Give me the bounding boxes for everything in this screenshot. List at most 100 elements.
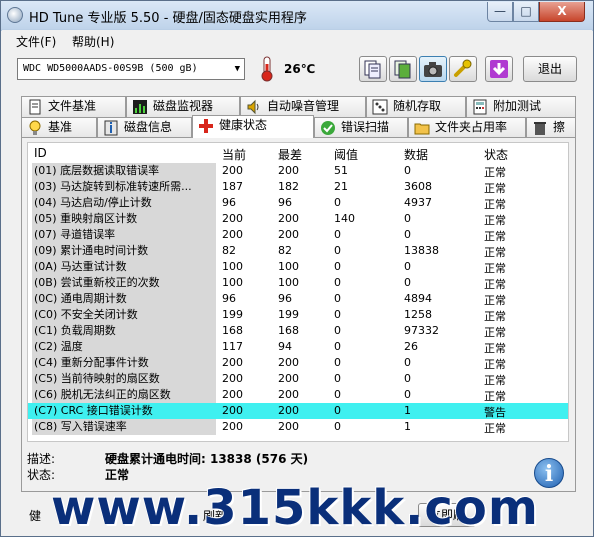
table-row[interactable]: (C0) 不安全关闭计数 199 199 0 1258 正常 [28,307,568,323]
thermometer-icon [261,56,273,82]
dice-grid-icon [372,99,388,115]
calculator-icon [473,99,487,115]
raw-data-value: 97332 [404,324,439,337]
threshold-value: 0 [334,388,341,401]
current-value: 187 [222,180,243,193]
threshold-value: 0 [334,420,341,433]
threshold-value: 0 [334,292,341,305]
menu-help[interactable]: 帮助(H) [72,33,114,50]
tab-disk-monitor[interactable]: 磁盘监视器 [126,96,240,117]
table-row[interactable]: (07) 寻道错误率 200 200 0 0 正常 [28,227,568,243]
attribute-name: (03) 马达旋转到标准转速所需... [32,179,216,195]
col-threshold[interactable]: 阈值 [334,146,358,163]
col-data[interactable]: 数据 [404,146,428,163]
camera-icon [424,62,442,77]
clipboard-icon [394,60,411,79]
trash-icon [534,122,546,135]
exit-button[interactable]: 退出 [523,56,577,82]
options-button[interactable] [449,56,477,82]
minimize-button[interactable]: — [487,2,513,22]
raw-data-value: 26 [404,340,418,353]
table-row[interactable]: (C4) 重新分配事件计数 200 200 0 0 正常 [28,355,568,371]
health-label: 健 [29,509,42,523]
tab-label: 基准 [48,120,73,134]
current-value: 96 [222,292,236,305]
table-row[interactable]: (C8) 写入错误速率 200 200 0 1 正常 [28,419,568,435]
status-value: 正常 [484,198,506,211]
description-label: 描述: [27,452,56,466]
copy-text-button[interactable] [359,56,387,82]
status-value: 警告 [484,406,506,419]
table-row[interactable]: (C7) CRC 接口错误计数 200 200 0 1 警告 [28,403,568,419]
raw-data-value: 0 [404,260,411,273]
status-value: 正常 [484,182,506,195]
table-row[interactable]: (09) 累计通电时间计数 82 82 0 13838 正常 [28,243,568,259]
col-current[interactable]: 当前 [222,146,246,163]
worst-value: 168 [278,324,299,337]
menu-file[interactable]: 文件(F) [16,33,56,50]
tab-random-access[interactable]: 随机存取 [366,96,466,117]
current-value: 117 [222,340,243,353]
tab-error-scan[interactable]: 错误扫描 [314,117,408,138]
table-row[interactable]: (C1) 负载周期数 168 168 0 97332 正常 [28,323,568,339]
table-row[interactable]: (C5) 当前待映射的扇区数 200 200 0 0 正常 [28,371,568,387]
description-value: 硬盘累计通电时间: 13838 (576 天) [105,452,309,466]
title-bar[interactable]: HD Tune 专业版 5.50 - 硬盘/固态硬盘实用程序 — □ X [1,1,593,29]
attribute-name: (C2) 温度 [32,339,216,355]
current-value: 200 [222,372,243,385]
worst-value: 200 [278,228,299,241]
green-check-icon [321,121,335,135]
tab-file-benchmark[interactable]: 文件基准 [21,96,126,117]
table-row[interactable]: (01) 底层数据读取错误率 200 200 51 0 正常 [28,163,568,179]
copy-screenshot-button[interactable] [389,56,417,82]
screenshot-button[interactable] [419,56,447,82]
table-row[interactable]: (0C) 通电周期计数 96 96 0 4894 正常 [28,291,568,307]
table-row[interactable]: (C6) 脱机无法纠正的扇区数 200 200 0 0 正常 [28,387,568,403]
attribute-name: (07) 寻道错误率 [32,227,216,243]
table-row[interactable]: (04) 马达启动/停止计数 96 96 0 4937 正常 [28,195,568,211]
tab-label: 磁盘监视器 [153,99,214,113]
window-title: HD Tune 专业版 5.50 - 硬盘/固态硬盘实用程序 [29,11,307,26]
document-icon [29,99,41,115]
status-value: 正常 [484,422,506,435]
attribute-name: (04) 马达启动/停止计数 [32,195,216,211]
current-value: 200 [222,228,243,241]
attribute-name: (C1) 负载周期数 [32,323,216,339]
threshold-value: 0 [334,340,341,353]
status-value: 正常 [484,358,506,371]
col-status[interactable]: 状态 [484,146,508,163]
worst-value: 82 [278,244,292,257]
tab-noise-management[interactable]: 自动噪音管理 [240,96,366,117]
table-row[interactable]: (0A) 马达重试计数 100 100 0 0 正常 [28,259,568,275]
health-panel: ID 当前 最差 阈值 数据 状态 (01) 底层数据读取错误率 200 200 51… [21,137,576,492]
table-row[interactable]: (05) 重映射扇区计数 200 200 140 0 正常 [28,211,568,227]
watermark: www.315kkk.com [51,480,539,536]
tab-extra-tests[interactable]: 附加测试 [466,96,576,117]
attribute-name: (05) 重映射扇区计数 [32,211,216,227]
bar-chart-icon [133,100,147,114]
speaker-icon [247,99,259,115]
save-download-button[interactable] [485,56,513,82]
attribute-name: (0B) 尝试重新校正的次数 [32,275,216,291]
smart-table[interactable]: ID 当前 最差 阈值 数据 状态 (01) 底层数据读取错误率 200 200 51… [27,142,569,442]
maximize-button[interactable]: □ [513,2,539,22]
tab-benchmark[interactable]: 基准 [21,117,97,138]
status-value: 正常 [484,294,506,307]
col-id[interactable]: ID [34,146,47,160]
attribute-name: (C8) 写入错误速率 [32,419,216,435]
worst-value: 182 [278,180,299,193]
table-row[interactable]: (03) 马达旋转到标准转速所需... 187 182 21 3608 正常 [28,179,568,195]
tab-erase[interactable]: 擦除 [526,117,576,153]
tab-folder-usage[interactable]: 文件夹占用率 [408,117,526,138]
worst-value: 100 [278,260,299,273]
close-button[interactable]: X [539,2,585,22]
raw-data-value: 1 [404,420,411,433]
current-value: 200 [222,420,243,433]
tab-disk-info[interactable]: 磁盘信息 [97,117,192,138]
tab-health[interactable]: 健康状态 [192,115,314,138]
download-arrow-icon [490,60,508,78]
table-row[interactable]: (0B) 尝试重新校正的次数 100 100 0 0 正常 [28,275,568,291]
drive-select[interactable]: WDC WD5000AADS-00S9B (500 gB) ▼ [17,58,245,80]
col-worst[interactable]: 最差 [278,146,302,163]
table-row[interactable]: (C2) 温度 117 94 0 26 正常 [28,339,568,355]
